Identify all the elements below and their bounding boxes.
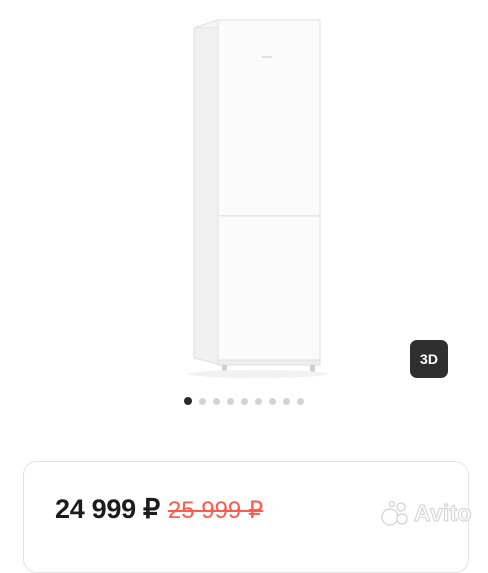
- avito-watermark: Avito: [380, 498, 472, 528]
- gallery-dot-3[interactable]: [213, 397, 220, 405]
- gallery-dot-7[interactable]: [269, 397, 276, 405]
- price-row: 24 999 ₽ 25 999 ₽: [55, 494, 263, 525]
- gallery-dot-6[interactable]: [255, 397, 262, 405]
- gallery-dot-9[interactable]: [297, 397, 304, 405]
- gallery-dot-4[interactable]: [227, 397, 234, 405]
- view-3d-button[interactable]: 3D: [410, 340, 448, 378]
- gallery-pagination: [0, 396, 488, 406]
- gallery-dot-1[interactable]: [184, 397, 192, 405]
- gallery-dot-5[interactable]: [241, 397, 248, 405]
- old-price: 25 999 ₽: [167, 497, 264, 524]
- product-photo-fridge[interactable]: [150, 12, 350, 382]
- gallery-dot-2[interactable]: [199, 397, 206, 405]
- avito-logo-icon: [381, 500, 408, 526]
- product-image-gallery[interactable]: 3D: [0, 0, 488, 392]
- avito-watermark-text: Avito: [414, 499, 472, 526]
- gallery-dot-8[interactable]: [283, 397, 290, 405]
- current-price: 24 999 ₽: [55, 494, 160, 524]
